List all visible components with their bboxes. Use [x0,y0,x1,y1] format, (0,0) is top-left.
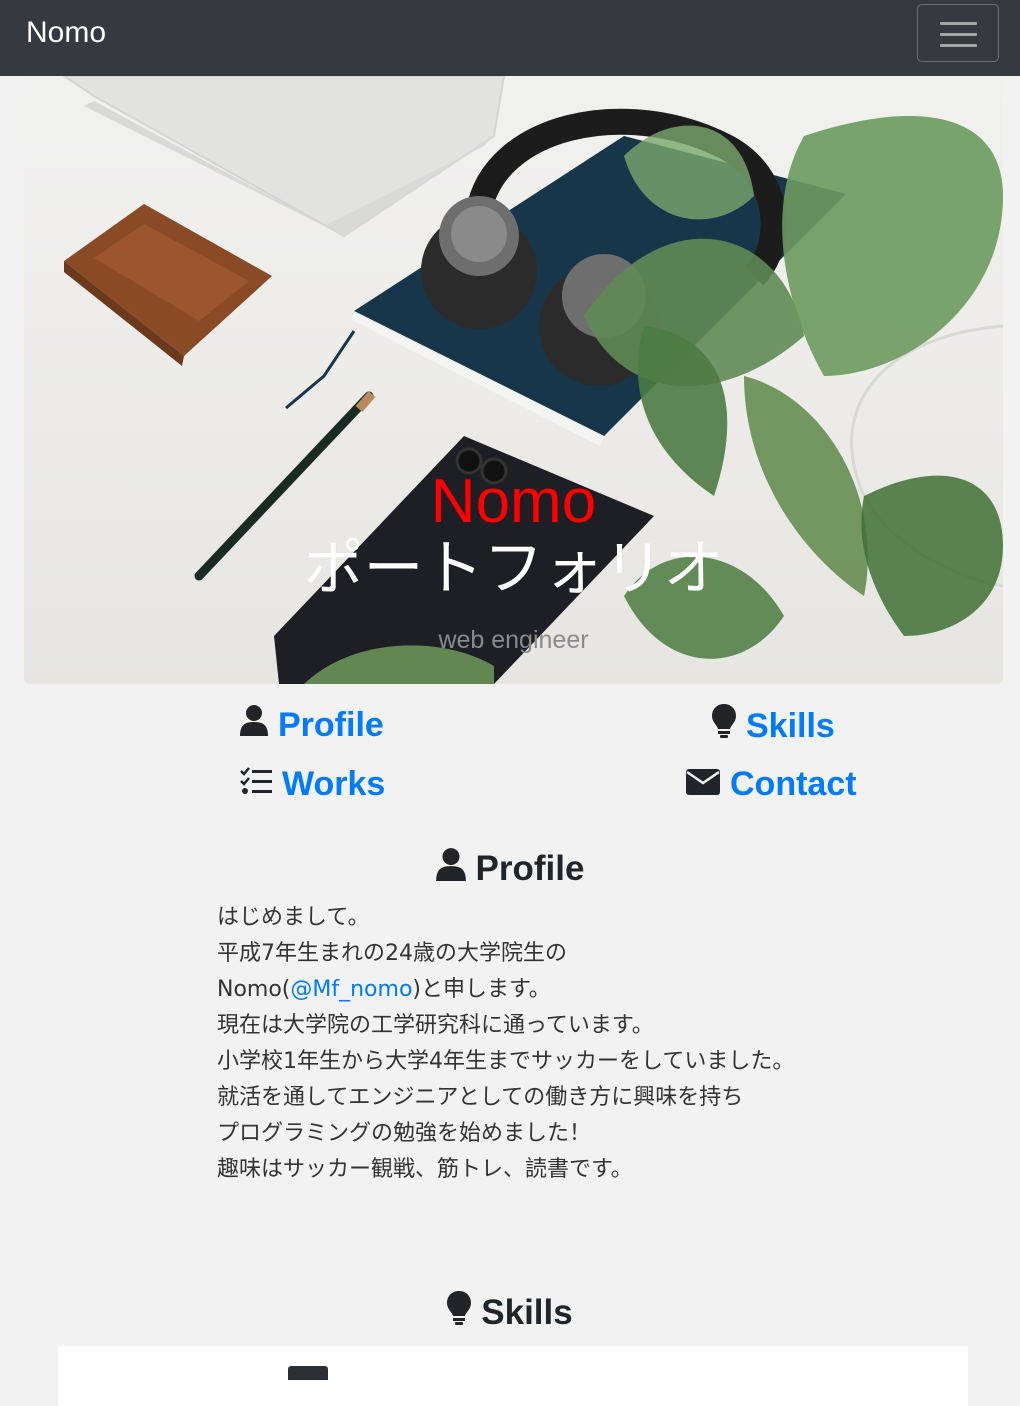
quicknav-works-link[interactable]: Works [240,764,385,804]
skills-heading: Skills [0,1291,1020,1335]
envelope-icon [686,764,720,804]
skills-card-icon [288,1366,328,1380]
profile-heading-label: Profile [475,849,585,888]
quicknav-works-label: Works [282,765,386,803]
twitter-handle-link[interactable]: @Mf_nomo [290,977,412,1002]
profile-line: 就活を通してエンジニアとしての働き方に興味を持ち [217,1085,744,1110]
profile-line: Nomo(@Mf_nomo)と申します。 [217,977,551,1002]
navbar-toggler-button[interactable] [917,4,999,62]
profile-text: はじめまして。 平成7年生まれの24歳の大学院生の Nomo(@Mf_nomo)… [217,900,817,1188]
hero-role: web engineer [438,626,589,654]
skills-card [58,1346,968,1406]
hamburger-icon [940,22,977,25]
quicknav-profile-label: Profile [278,705,384,744]
profile-line: プログラミングの勉強を始めました！ [217,1121,592,1146]
profile-line: 現在は大学院の工学研究科に通っています。 [217,1013,654,1038]
hero-image: Nomo ポートフォリオ web engineer [24,76,1003,684]
lightbulb-icon [447,1291,472,1335]
hero-title: Nomo [430,467,597,536]
hero-subtitle: ポートフォリオ [303,534,724,604]
profile-line: 小学校1年生から大学4年生までサッカーをしていました。 [217,1049,795,1074]
skills-heading-label: Skills [481,1293,573,1332]
quicknav-contact-link[interactable]: Contact [686,764,857,804]
user-icon [240,704,268,745]
tasks-icon [240,764,272,804]
profile-heading: Profile [0,847,1020,891]
user-icon [435,847,466,891]
quicknav-skills-label: Skills [746,706,835,745]
navbar-brand[interactable]: Nomo [26,14,106,52]
quicknav-skills-link[interactable]: Skills [712,704,835,747]
quicknav-contact-label: Contact [730,765,857,803]
profile-line: 平成7年生まれの24歳の大学院生の [217,941,567,966]
profile-line: はじめまして。 [217,905,370,930]
lightbulb-icon [712,704,736,747]
profile-line: 趣味はサッカー観戦、筋トレ、読書です。 [217,1157,633,1182]
quicknav-profile-link[interactable]: Profile [240,704,384,745]
navbar: Nomo [0,0,1020,76]
